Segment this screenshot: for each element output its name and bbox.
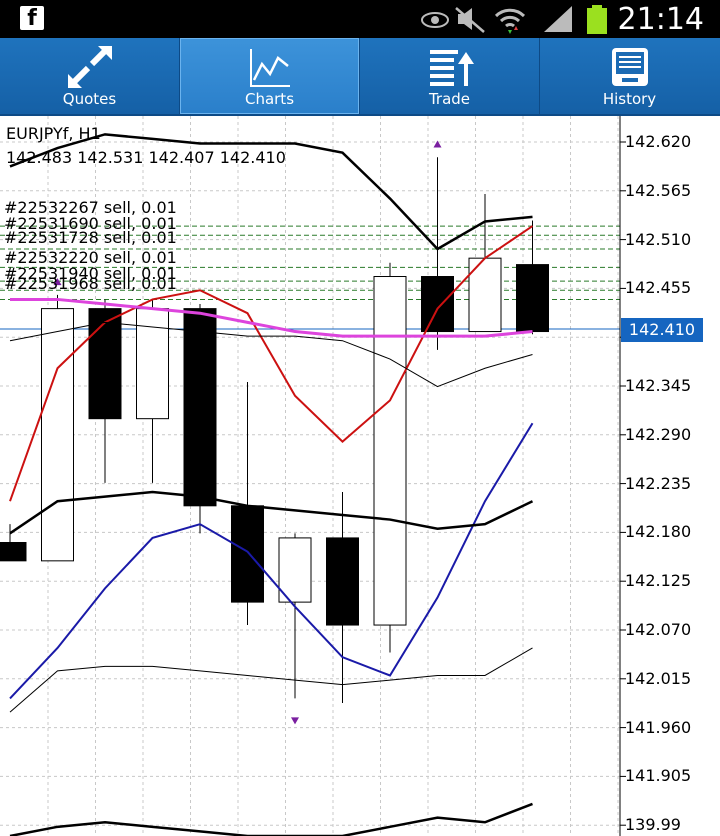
tab-bar: Quotes Charts Trade History (0, 38, 720, 116)
price-tick-label: 142.125 (625, 571, 692, 591)
tab-quotes[interactable]: Quotes (0, 38, 180, 114)
price-tick-label: 142.510 (625, 229, 692, 249)
candle-body (183, 308, 217, 507)
candle-body (231, 505, 264, 603)
tab-quotes-label: Quotes (62, 90, 117, 108)
price-tick-label: 142.290 (625, 424, 692, 444)
trade-list-icon (429, 50, 474, 86)
price-tick-label: 141.960 (625, 717, 692, 737)
candle-body (41, 308, 74, 562)
price-tick-label: 139.99 (625, 815, 681, 835)
tab-history-label: History (602, 90, 657, 108)
order-label: #22531968 sell, 0.01 (4, 274, 177, 293)
signal-icon (544, 6, 572, 32)
price-tick-label: 142.565 (625, 180, 692, 200)
price-tick-label: 142.015 (625, 668, 692, 688)
price-tick-label: 142.455 (625, 278, 692, 298)
mute-icon (455, 7, 485, 33)
quotes-arrows-icon (67, 46, 112, 88)
candle-body (516, 264, 549, 333)
wifi-icon (494, 8, 526, 34)
eye-icon (421, 12, 449, 28)
tab-charts-label: Charts (244, 90, 295, 108)
chart-area[interactable]: EURJPYf, H1 142.483 142.531 142.407 142.… (0, 116, 720, 836)
candle-body (421, 276, 454, 333)
price-tick-label: 142.235 (625, 473, 692, 493)
candle-body (373, 276, 407, 626)
order-label: #22531728 sell, 0.01 (4, 228, 177, 247)
tab-trade-label: Trade (428, 90, 471, 108)
candle-body (88, 308, 122, 420)
status-bar: f 21:14 (0, 0, 720, 38)
candle-body (0, 541, 27, 562)
tab-charts[interactable]: Charts (180, 38, 360, 114)
candle-body (326, 537, 359, 626)
price-tick-label: 142.345 (625, 376, 692, 395)
candle-body (136, 308, 169, 420)
price-tick-label: 142.180 (625, 522, 692, 542)
chart-line-icon (249, 49, 290, 87)
clock: 21:14 (617, 2, 704, 37)
history-document-icon (611, 48, 648, 86)
battery-icon (587, 5, 607, 34)
current-price-badge: 142.410 (621, 318, 703, 342)
ohlc-label: 142.483 142.531 142.407 142.410 (6, 148, 286, 167)
tab-history[interactable]: History (540, 38, 719, 114)
price-tick-label: 142.620 (625, 132, 692, 151)
price-tick-label: 141.905 (625, 766, 692, 786)
price-tick-label: 142.070 (625, 620, 692, 639)
symbol-label: EURJPYf, H1 (6, 124, 101, 143)
facebook-icon[interactable]: f (20, 6, 44, 31)
tab-trade[interactable]: Trade (360, 38, 540, 114)
